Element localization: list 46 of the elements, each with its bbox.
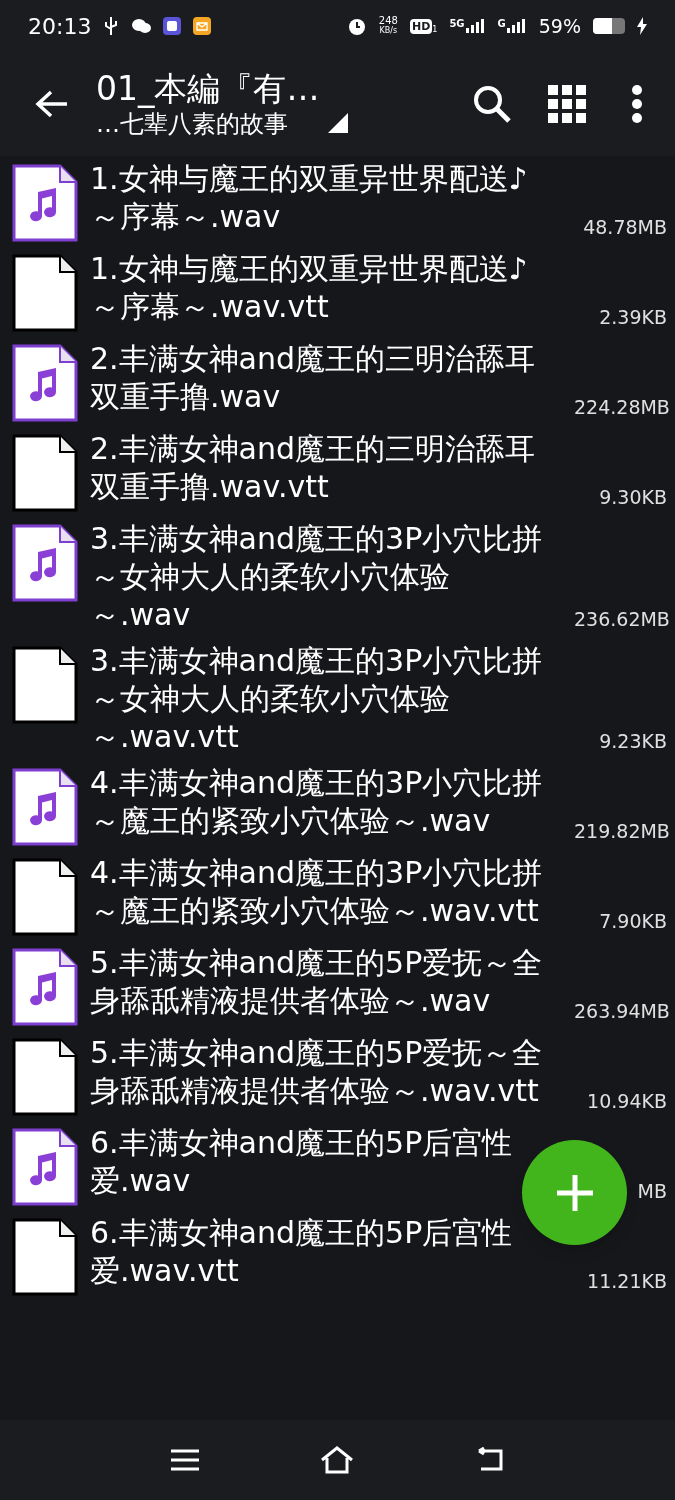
file-size: 236.62MB: [574, 607, 670, 632]
net-speed-value: 248: [378, 16, 398, 26]
file-row[interactable]: 3.丰满女神and魔王的3P小穴比拼～女神大人的柔软小穴体验～.wav.vtt 9.23KB: [0, 638, 675, 760]
file-row[interactable]: 5.丰满女神and魔王的5P爱抚～全身舔舐精液提供者体验～.wav.vtt 10.94KB: [0, 1030, 675, 1120]
file-size: 7.90KB: [599, 909, 667, 934]
file-size: 219.82MB: [574, 819, 670, 844]
file-name: 1.女神与魔王的双重异世界配送♪～序幕～.wav.vtt: [90, 250, 529, 326]
network-label: G: [497, 19, 506, 29]
file-name: 6.丰满女神and魔王的5P后宫性爱.wav.vtt: [90, 1214, 514, 1290]
file-row[interactable]: 6.丰满女神and魔王的5P后宫性爱.wav.vtt 11.21KB: [0, 1210, 675, 1300]
folder-path: …七辈八素的故事: [96, 109, 289, 139]
file-row[interactable]: 6.丰满女神and魔王的5P后宫性爱.wav MB: [0, 1120, 675, 1210]
file-name: 5.丰满女神and魔王的5P爱抚～全身舔舐精液提供者体验～.wav: [90, 944, 544, 1020]
file-name: 2.丰满女神and魔王的三明治舔耳双重手撸.wav: [90, 340, 537, 416]
file-size: MB: [637, 1179, 667, 1204]
file-size: 263.94MB: [574, 999, 670, 1024]
file-size: 9.23KB: [599, 729, 667, 754]
file-row[interactable]: 2.丰满女神and魔王的三明治舔耳双重手撸.wav 224.28MB: [0, 336, 675, 426]
file-size: 224.28MB: [574, 395, 670, 420]
file-row[interactable]: 1.女神与魔王的双重异世界配送♪～序幕～.wav.vtt 2.39KB: [0, 246, 675, 336]
network-label: 5G: [449, 19, 465, 29]
file-row[interactable]: 2.丰满女神and魔王的三明治舔耳双重手撸.wav.vtt 9.30KB: [0, 426, 675, 516]
file-row[interactable]: 4.丰满女神and魔王的3P小穴比拼～魔王的紧致小穴体验～.wav.vtt 7.90KB: [0, 850, 675, 940]
file-name: 1.女神与魔王的双重异世界配送♪～序幕～.wav: [90, 160, 529, 236]
file-size: 48.78MB: [583, 215, 667, 240]
net-speed-unit: KB/s: [379, 26, 398, 36]
file-size: 11.21KB: [587, 1269, 667, 1294]
file-row[interactable]: 5.丰满女神and魔王的5P爱抚～全身舔舐精液提供者体验～.wav 263.94MB: [0, 940, 675, 1030]
file-size: 9.30KB: [599, 485, 667, 510]
folder-title: 01_本編『有…: [96, 69, 320, 109]
hd-badge: HD: [409, 18, 433, 34]
file-name: 4.丰满女神and魔王的3P小穴比拼～魔王的紧致小穴体验～.wav: [90, 764, 544, 840]
file-row[interactable]: 3.丰满女神and魔王的3P小穴比拼～女神大人的柔软小穴体验～.wav 236.62MB: [0, 516, 675, 638]
file-name: 6.丰满女神and魔王的5P后宫性爱.wav: [90, 1124, 514, 1200]
file-size: 10.94KB: [587, 1089, 667, 1114]
file-name: 2.丰满女神and魔王的三明治舔耳双重手撸.wav.vtt: [90, 430, 537, 506]
clock: 20:13: [28, 12, 92, 41]
file-name: 5.丰满女神and魔王的5P爱抚～全身舔舐精液提供者体验～.wav.vtt: [90, 1034, 544, 1110]
file-name: 4.丰满女神and魔王的3P小穴比拼～魔王的紧致小穴体验～.wav.vtt: [90, 854, 544, 930]
file-name: 3.丰满女神and魔王的3P小穴比拼～女神大人的柔软小穴体验～.wav.vtt: [90, 642, 544, 756]
battery-percent: 59%: [538, 13, 581, 39]
file-size: 2.39KB: [599, 305, 667, 330]
file-row[interactable]: 1.女神与魔王的双重异世界配送♪～序幕～.wav 48.78MB: [0, 156, 675, 246]
file-name: 3.丰满女神and魔王的3P小穴比拼～女神大人的柔软小穴体验～.wav: [90, 520, 544, 634]
file-row[interactable]: 4.丰满女神and魔王的3P小穴比拼～魔王的紧致小穴体验～.wav 219.82MB: [0, 760, 675, 850]
hd-sub: 1: [432, 25, 438, 34]
